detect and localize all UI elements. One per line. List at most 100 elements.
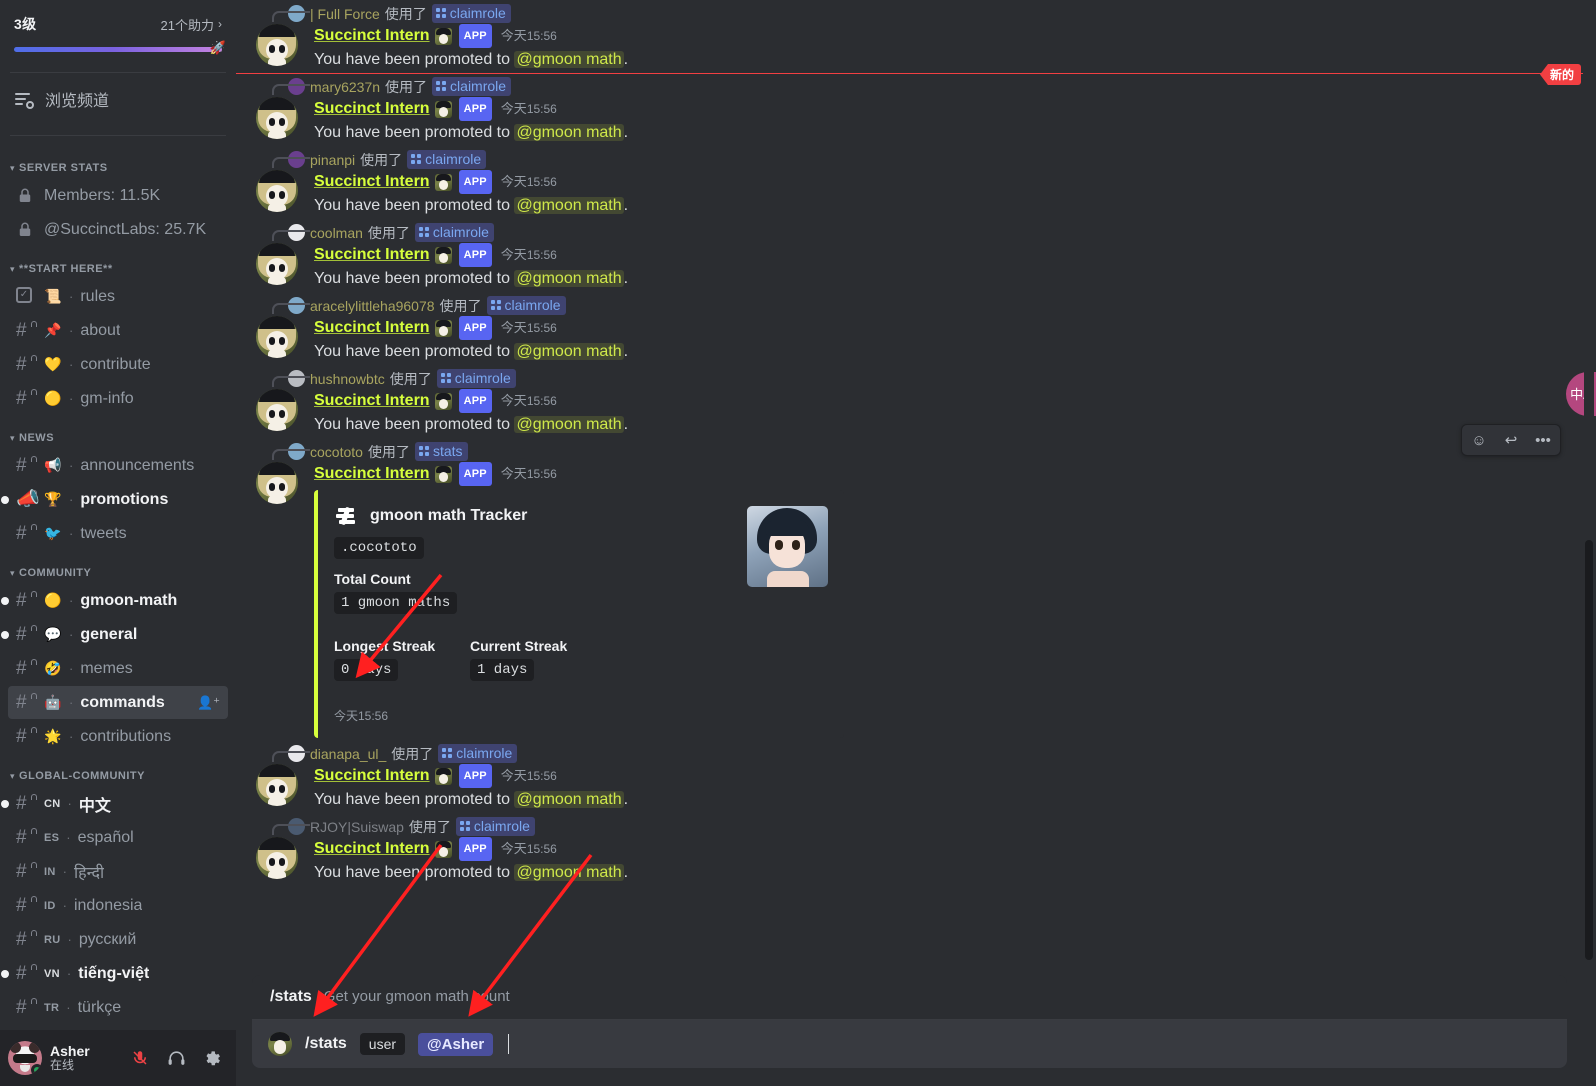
avatar[interactable]: [256, 243, 298, 285]
sidebar-item-gmoon-math[interactable]: # 🟡 · gmoon-math: [1, 584, 228, 617]
role-mention[interactable]: @gmoon math: [514, 791, 624, 808]
bot-author-name[interactable]: Succinct Intern: [314, 463, 430, 485]
avatar[interactable]: [256, 316, 298, 358]
role-mention[interactable]: @gmoon math: [514, 864, 624, 881]
role-mention[interactable]: @gmoon math: [514, 416, 624, 433]
command-invoker-name[interactable]: dianapa_ul_: [310, 746, 386, 762]
command-invoker-name[interactable]: hushnowbtc: [310, 371, 385, 387]
message-group[interactable]: coolman 使用了 claimrole Succinct Intern APP 今天1…: [236, 219, 1583, 292]
microphone-muted-icon[interactable]: [124, 1042, 156, 1074]
command-chip[interactable]: claimrole: [438, 744, 518, 763]
add-member-icon[interactable]: 👤⁺: [197, 695, 220, 711]
avatar[interactable]: [256, 170, 298, 212]
command-chip[interactable]: stats: [414, 442, 468, 461]
sidebar-item-commands[interactable]: # 🤖 · commands 👤⁺: [8, 686, 228, 719]
command-invoker-name[interactable]: pinanpi: [310, 152, 355, 168]
bot-author-name[interactable]: Succinct Intern: [314, 765, 430, 787]
sidebar-item-indonesia[interactable]: # ID · indonesia: [8, 889, 228, 922]
channel-category-news[interactable]: ▾ NEWS: [0, 416, 236, 448]
sidebar-item-contributions[interactable]: # 🌟 · contributions: [8, 720, 228, 753]
sidebar-item-ti-ng-vi-t[interactable]: # VN · tiếng-việt: [1, 957, 228, 990]
message-group[interactable]: mary6237n 使用了 claimrole Succinct Intern APP 今…: [236, 73, 1583, 146]
avatar[interactable]: [256, 389, 298, 431]
role-mention[interactable]: @gmoon math: [514, 51, 624, 68]
command-chip[interactable]: claimrole: [486, 296, 566, 315]
avatar[interactable]: [256, 97, 298, 139]
message-group[interactable]: dianapa_ul_ 使用了 claimrole Succinct Intern AP…: [236, 740, 1583, 813]
more-options-icon[interactable]: •••: [1528, 426, 1558, 454]
command-chip[interactable]: claimrole: [436, 369, 516, 388]
command-chip[interactable]: claimrole: [407, 150, 487, 169]
message-scrollbar[interactable]: [1584, 0, 1594, 1086]
message-group[interactable]: hushnowbtc 使用了 claimrole Succinct Intern APP…: [236, 365, 1583, 438]
bot-author-name[interactable]: Succinct Intern: [314, 317, 430, 339]
bot-author-name[interactable]: Succinct Intern: [314, 244, 430, 266]
channel-list[interactable]: ▾ SERVER STATS Members: 11.5K @SuccinctLabs…: [0, 136, 236, 1030]
command-suggestion[interactable]: /stats Get your gmoon math count: [252, 975, 1567, 1020]
sidebar-item-contribute[interactable]: # 💛 · contribute: [8, 348, 228, 381]
scrollbar-thumb[interactable]: [1585, 540, 1593, 960]
avatar[interactable]: [256, 462, 298, 504]
settings-gear-icon[interactable]: [196, 1042, 228, 1074]
channel-category--start-here-[interactable]: ▾ **START HERE**: [0, 247, 236, 279]
bot-author-name[interactable]: Succinct Intern: [314, 25, 430, 47]
role-mention[interactable]: @gmoon math: [514, 124, 624, 141]
sidebar-item--[interactable]: # IN · हिन्दी: [8, 855, 228, 888]
user-meta[interactable]: Asher 在线: [50, 1043, 90, 1073]
avatar[interactable]: [256, 837, 298, 879]
role-mention[interactable]: @gmoon math: [514, 343, 624, 360]
headphones-icon[interactable]: [160, 1042, 192, 1074]
command-invoker-name[interactable]: mary6237n: [310, 79, 380, 95]
command-chip[interactable]: claimrole: [414, 223, 494, 242]
command-chip[interactable]: claimrole: [432, 77, 512, 96]
sidebar-item-tweets[interactable]: # 🐦 · tweets: [8, 517, 228, 550]
command-input-row[interactable]: /stats user @Asher: [252, 1020, 1567, 1068]
command-invoker-name[interactable]: RJOY|Suiswap: [310, 819, 404, 835]
role-mention[interactable]: @gmoon math: [514, 197, 624, 214]
sidebar-item-promotions[interactable]: 📣 🏆 · promotions: [1, 483, 228, 516]
boost-count[interactable]: 21个助力 ›: [161, 15, 222, 34]
command-invoker-name[interactable]: | Full Force: [310, 6, 380, 22]
message-group[interactable]: pinanpi 使用了 claimrole Succinct Intern APP 今天1…: [236, 146, 1583, 219]
message-group[interactable]: aracelylittleha96078 使用了 claimrole Succinct…: [236, 292, 1583, 365]
channel-category-community[interactable]: ▾ COMMUNITY: [0, 551, 236, 583]
bot-author-name[interactable]: Succinct Intern: [314, 838, 430, 860]
message-hover-toolbar[interactable]: ☺ ↩ •••: [1461, 424, 1561, 456]
sidebar-item--[interactable]: # RU · русский: [8, 923, 228, 956]
command-invoker-name[interactable]: coolman: [310, 225, 363, 241]
avatar[interactable]: [8, 1041, 42, 1075]
command-chip[interactable]: claimrole: [431, 4, 511, 23]
bot-author-name[interactable]: Succinct Intern: [314, 390, 430, 412]
browse-channels-button[interactable]: 浏览频道: [0, 77, 236, 121]
sidebar-item-general[interactable]: # 💬 · general: [1, 618, 228, 651]
bot-author-name[interactable]: Succinct Intern: [314, 171, 430, 193]
message-group[interactable]: | Full Force 使用了 claimrole Succinct Intern A…: [236, 0, 1583, 73]
sidebar-item-announcements[interactable]: # 📢 · announcements: [8, 449, 228, 482]
sidebar-item-gm-info[interactable]: # 🟡 · gm-info: [8, 382, 228, 415]
sidebar-item-t-rk-e[interactable]: # TR · türkçe: [8, 991, 228, 1024]
command-chip[interactable]: claimrole: [455, 817, 535, 836]
command-invoker-name[interactable]: aracelylittleha96078: [310, 298, 435, 314]
sidebar-item-members-11-5k[interactable]: Members: 11.5K: [8, 179, 228, 212]
message-list[interactable]: | Full Force 使用了 claimrole Succinct Intern A…: [236, 0, 1583, 974]
sidebar-item-about[interactable]: # 📌 · about: [8, 314, 228, 347]
sidebar-item-espa-ol[interactable]: # ES · español: [8, 821, 228, 854]
sidebar-item-memes[interactable]: # 🤣 · memes: [8, 652, 228, 685]
role-mention[interactable]: @gmoon math: [514, 270, 624, 287]
message-group[interactable]: RJOY|Suiswap 使用了 claimrole Succinct Intern A…: [236, 813, 1583, 886]
command-param-key[interactable]: user: [359, 1033, 406, 1055]
server-boost-section[interactable]: 3级 21个助力 › 🚀: [0, 0, 236, 58]
embed-thumbnail-image[interactable]: [747, 506, 828, 587]
channel-category-global-community[interactable]: ▾ GLOBAL-COMMUNITY: [0, 754, 236, 786]
channel-category-server-stats[interactable]: ▾ SERVER STATS: [0, 146, 236, 178]
message-group-stats[interactable]: cocototo 使用了 stats ☺ ↩ ••• Succinct Intern APP 今…: [236, 424, 1583, 740]
reply-arrow-icon[interactable]: ↩: [1496, 426, 1526, 454]
sidebar-item--[interactable]: # CN · 中文: [1, 787, 228, 820]
command-param-value[interactable]: @Asher: [418, 1032, 494, 1056]
command-invoker-name[interactable]: cocototo: [310, 444, 363, 460]
avatar[interactable]: [256, 764, 298, 806]
add-reaction-emoji-icon[interactable]: ☺: [1464, 426, 1494, 454]
avatar[interactable]: [256, 24, 298, 66]
sidebar-item-rules[interactable]: ✓ 📜 · rules: [8, 280, 228, 313]
bot-author-name[interactable]: Succinct Intern: [314, 98, 430, 120]
